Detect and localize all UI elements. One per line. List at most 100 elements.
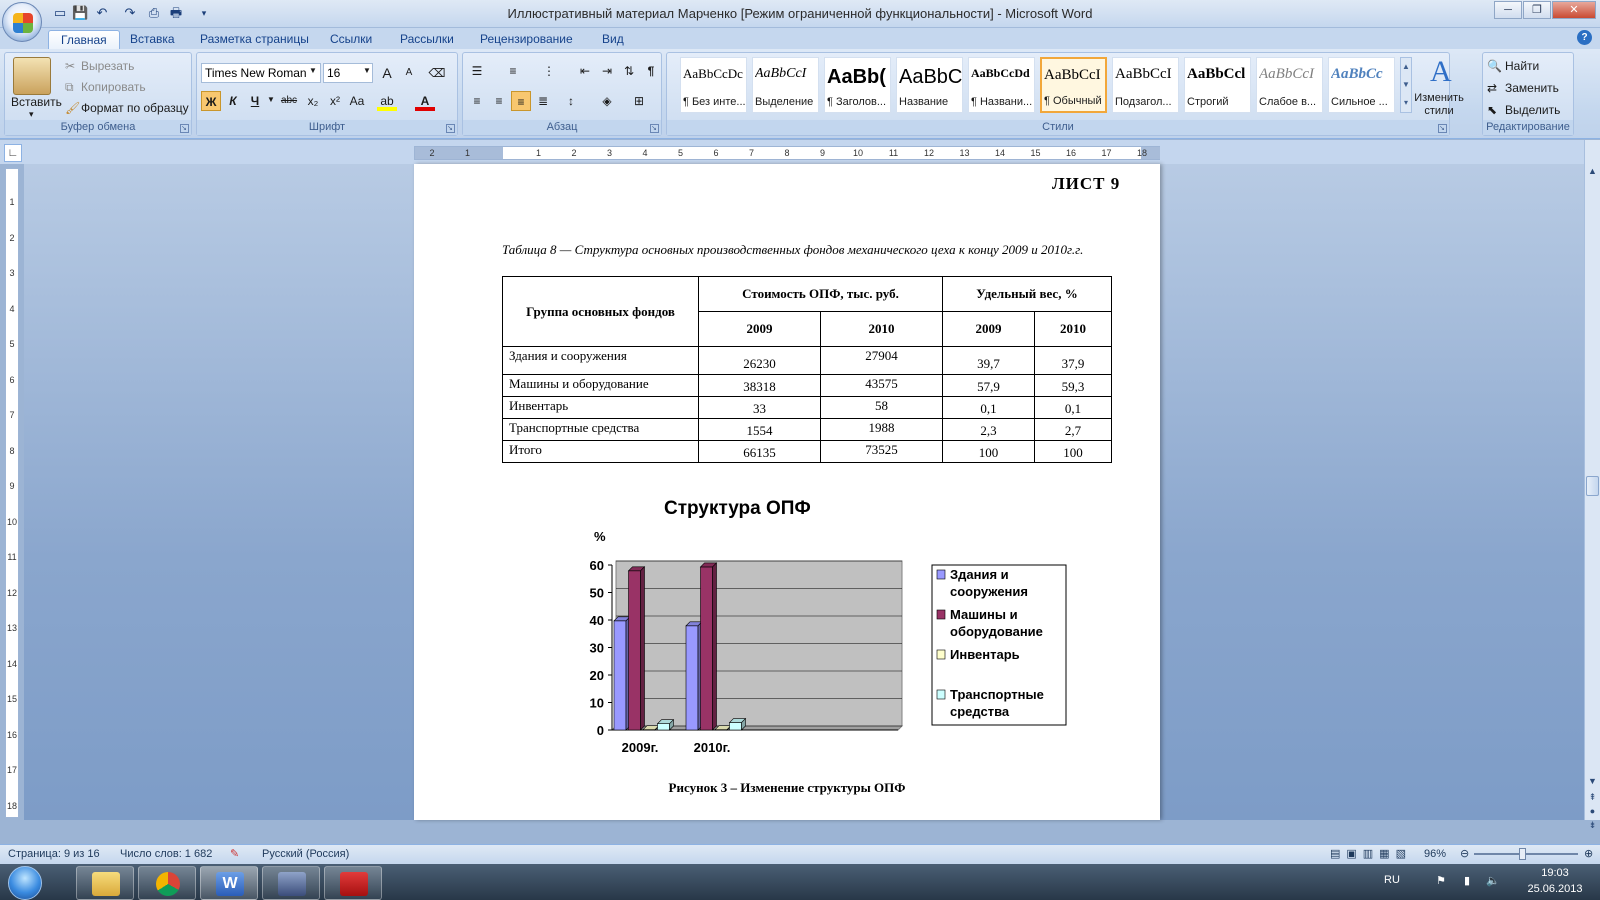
change-styles-button[interactable]: Изменить стили (1414, 92, 1464, 118)
tab-home[interactable]: Главная (48, 30, 120, 50)
show-marks-button[interactable]: ¶ (641, 61, 661, 81)
align-right-icon[interactable]: ≡ (511, 91, 531, 111)
save-icon[interactable]: 💾 (72, 5, 88, 21)
italic-button[interactable]: К (223, 91, 243, 111)
sort-icon[interactable]: ⇅ (619, 61, 639, 81)
acrobat-taskbar-button[interactable] (324, 866, 382, 900)
clock-date[interactable]: 25.06.2013 (1516, 883, 1594, 895)
align-left-icon[interactable]: ≡ (467, 91, 487, 111)
word-count[interactable]: Число слов: 1 682 (120, 846, 212, 862)
tab-page-layout[interactable]: Разметка страницы (188, 30, 321, 50)
change-styles-icon[interactable]: A (1430, 56, 1458, 88)
customize-qa-icon[interactable]: ▾ (196, 5, 212, 21)
view-buttons[interactable]: ▤▣▥▦▧ (1330, 846, 1412, 862)
scroll-up-icon[interactable]: ▲ (1586, 164, 1599, 178)
change-case-button[interactable]: Aa (347, 91, 367, 111)
redo-icon[interactable]: ↷ (122, 5, 138, 21)
style-intense-emphasis[interactable]: AaBbCc Сильное ... (1328, 57, 1395, 113)
clear-format-icon[interactable]: ⌫ (427, 63, 447, 83)
tab-insert[interactable]: Вставка (118, 30, 187, 50)
style-caption[interactable]: AaBbCcDd ¶ Названи... (968, 57, 1035, 113)
shading-icon[interactable]: ◈ (597, 91, 617, 111)
styles-launcher-icon[interactable]: ↘ (1438, 124, 1447, 133)
increase-indent-icon[interactable]: ⇥ (597, 61, 617, 81)
vertical-ruler[interactable]: 1 2 3 4 5 6 7 8 9 10 11 12 13 14 15 16 17 18 (5, 168, 19, 818)
clock-time[interactable]: 19:03 (1520, 867, 1590, 879)
decrease-indent-icon[interactable]: ⇤ (575, 61, 595, 81)
bold-button[interactable]: Ж (201, 91, 221, 111)
style-emphasis[interactable]: AaBbCcI Выделение (752, 57, 819, 113)
multilevel-list-icon[interactable]: ⋮ (539, 61, 559, 81)
underline-dropdown-icon[interactable]: ▼ (267, 95, 275, 104)
format-painter-button[interactable]: Формат по образцу (81, 101, 189, 115)
minimize-button[interactable]: ─ (1494, 1, 1522, 19)
word-taskbar-button[interactable]: W (200, 866, 258, 900)
volume-icon[interactable]: 🔈 (1486, 874, 1500, 887)
line-spacing-icon[interactable]: ↕ (561, 91, 581, 111)
font-name-select[interactable]: Times New Roman (201, 63, 321, 83)
horizontal-ruler[interactable]: 2 1 1 2 3 4 5 6 7 8 9 10 11 12 13 14 15 16 17 18 (414, 146, 1160, 160)
network-icon[interactable]: ▮ (1464, 874, 1470, 887)
style-normal[interactable]: AaBbCcI ¶ Обычный (1040, 57, 1107, 113)
style-strong[interactable]: AaBbCcl Строгий (1184, 57, 1251, 113)
undo-icon[interactable]: ↶ (94, 5, 110, 21)
justify-icon[interactable]: ≣ (533, 91, 553, 111)
strikethrough-button[interactable]: abc (279, 91, 299, 111)
zoom-in-icon[interactable]: ⊕ (1584, 846, 1593, 862)
zoom-level[interactable]: 96% (1424, 846, 1446, 862)
grow-font-button[interactable]: A (377, 63, 397, 83)
font-size-dropdown-icon[interactable]: ▼ (363, 66, 371, 75)
paragraph-launcher-icon[interactable]: ↘ (650, 124, 659, 133)
paste-dropdown-icon[interactable]: ▾ (29, 109, 34, 120)
office-button[interactable] (2, 2, 42, 42)
tab-review[interactable]: Рецензирование (468, 30, 585, 50)
zoom-slider-knob[interactable] (1518, 848, 1526, 860)
clipboard-launcher-icon[interactable]: ↘ (180, 124, 189, 133)
language-indicator[interactable]: Русский (Россия) (262, 846, 349, 862)
bullets-icon[interactable]: ☰ (467, 61, 487, 81)
action-center-icon[interactable]: ⚑ (1436, 874, 1446, 887)
tab-selector-icon[interactable]: ∟ (4, 144, 22, 162)
select-button[interactable]: Выделить (1505, 103, 1560, 117)
cut-button[interactable]: Вырезать (81, 59, 134, 73)
shrink-font-button[interactable]: A (399, 63, 419, 83)
explorer-taskbar-button[interactable] (76, 866, 134, 900)
underline-button[interactable]: Ч (245, 91, 265, 111)
start-button[interactable] (8, 866, 42, 900)
align-center-icon[interactable]: ≡ (489, 91, 509, 111)
zoom-slider[interactable] (1474, 853, 1578, 855)
numbering-icon[interactable]: ≡ (503, 61, 523, 81)
page-count[interactable]: Страница: 9 из 16 (8, 846, 100, 862)
superscript-button[interactable]: x² (325, 91, 345, 111)
document-page[interactable]: ЛИСТ 9 Таблица 8 — Структура основных пр… (414, 164, 1160, 820)
print-preview-icon[interactable]: ⎙ (146, 5, 162, 21)
paste-icon[interactable] (13, 57, 51, 95)
highlight-button[interactable]: ab (377, 91, 397, 111)
opf-chart[interactable]: 0 10 20 30 40 50 60% 2009г. 2010г. Здания и сооруж… (564, 516, 1084, 766)
keyboard-language[interactable]: RU (1384, 874, 1400, 886)
app-taskbar-button[interactable] (262, 866, 320, 900)
help-icon[interactable]: ? (1577, 30, 1592, 45)
subscript-button[interactable]: x₂ (303, 91, 323, 111)
print-icon[interactable]: 🖶 (168, 5, 184, 21)
new-doc-icon[interactable]: ▭ (52, 5, 68, 21)
replace-button[interactable]: Заменить (1505, 81, 1559, 95)
style-heading[interactable]: AaBb(¶ Заголов... (824, 57, 891, 113)
style-no-spacing[interactable]: AaBbCcDc ¶ Без инте... (680, 57, 747, 113)
styles-scroll[interactable]: ▲ ▼ ▾ (1400, 57, 1412, 113)
tab-mailings[interactable]: Рассылки (388, 30, 466, 50)
prev-page-icon[interactable]: ⇞ (1586, 790, 1599, 804)
style-subtitle[interactable]: AaBbCcI Подзагол... (1112, 57, 1179, 113)
font-name-dropdown-icon[interactable]: ▼ (309, 66, 317, 75)
borders-icon[interactable]: ⊞ (629, 91, 649, 111)
style-subtle-emphasis[interactable]: AaBbCcI Слабое в... (1256, 57, 1323, 113)
proofing-icon[interactable]: ✎ (230, 846, 239, 862)
chrome-taskbar-button[interactable] (138, 866, 196, 900)
scroll-down-icon[interactable]: ▼ (1586, 774, 1599, 788)
scrollbar-thumb[interactable] (1586, 476, 1599, 496)
font-color-button[interactable]: A (415, 91, 435, 111)
tab-view[interactable]: Вид (590, 30, 636, 50)
zoom-out-icon[interactable]: ⊖ (1460, 846, 1469, 862)
browse-object-icon[interactable]: ● (1586, 804, 1599, 818)
next-page-icon[interactable]: ⇟ (1586, 818, 1599, 832)
